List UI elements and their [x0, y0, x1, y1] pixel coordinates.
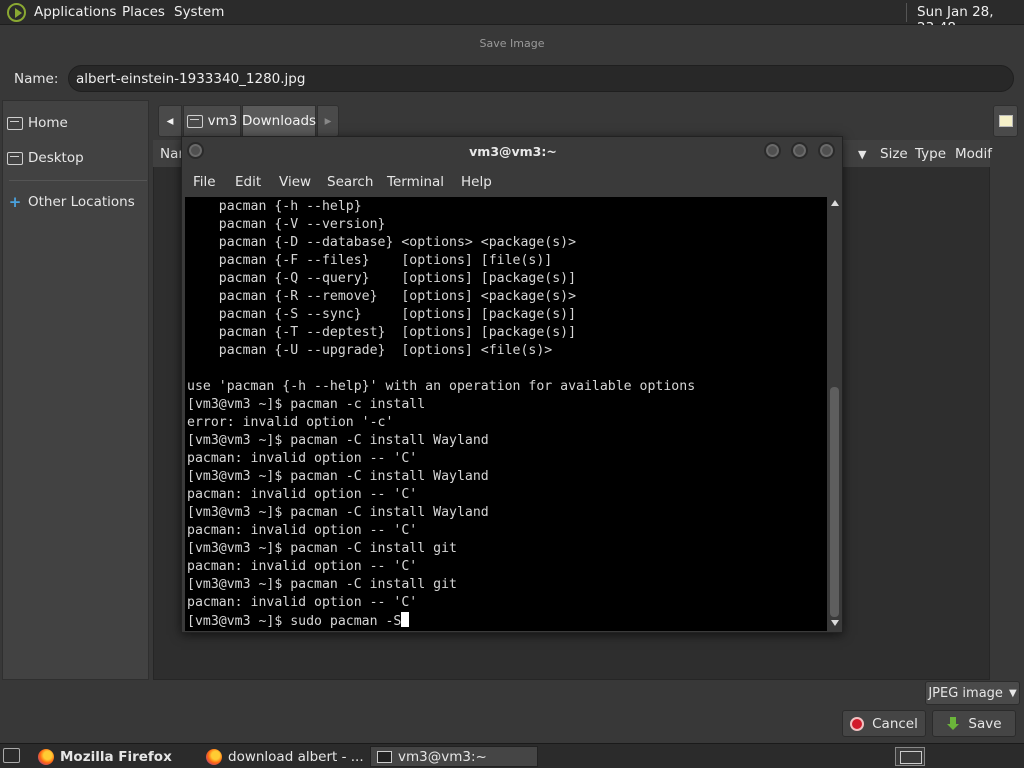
terminal-line: pacman {-U --upgrade} [options] <file(s)…: [187, 343, 553, 358]
show-desktop-icon[interactable]: [3, 748, 20, 763]
terminal-line: [vm3@vm3 ~]$ pacman -C install git: [187, 541, 457, 556]
text-cursor: [401, 612, 410, 627]
sidebar-item-label: Home: [28, 115, 68, 131]
download-icon: [946, 716, 960, 731]
terminal-line: pacman {-V --version}: [187, 217, 386, 232]
taskbar: Mozilla Firefox download albert - ... vm…: [0, 743, 1024, 768]
terminal-line: pacman: invalid option -- 'C': [187, 523, 418, 538]
scroll-up-icon[interactable]: [831, 200, 839, 206]
terminal-line: pacman {-S --sync} [options] [package(s)…: [187, 307, 577, 322]
terminal-line: [vm3@vm3 ~]$ pacman -c install: [187, 397, 426, 412]
sidebar-divider: [9, 180, 147, 181]
path-segment-vm3[interactable]: vm3: [183, 105, 241, 137]
terminal-prompt-line: [vm3@vm3 ~]$ sudo pacman -S: [187, 612, 695, 631]
sort-arrow-icon[interactable]: ▼: [858, 148, 866, 161]
terminal-line: use 'pacman {-h --help}' with an operati…: [187, 379, 696, 394]
path-segment-label: vm3: [207, 113, 238, 129]
terminal-line: pacman {-F --files} [options] [file(s)]: [187, 253, 553, 268]
task-terminal[interactable]: vm3@vm3:~: [370, 746, 538, 767]
terminal-menubar: File Edit View Search Terminal Help: [182, 170, 842, 196]
terminal-line: error: invalid option '-c': [187, 415, 394, 430]
plus-icon: +: [8, 193, 22, 211]
terminal-line: [vm3@vm3 ~]$ pacman -C install Wayland: [187, 469, 489, 484]
terminal-line: pacman {-R --remove} [options] <package(…: [187, 289, 577, 304]
firefox-icon: [206, 748, 222, 765]
terminal-menu-edit[interactable]: Edit: [235, 174, 261, 190]
create-folder-button[interactable]: [993, 105, 1018, 137]
sidebar-item-desktop[interactable]: Desktop: [7, 150, 84, 166]
path-segment-label: Downloads: [241, 113, 317, 129]
places-sidebar: Home Desktop + Other Locations: [2, 100, 149, 680]
sidebar-item-home[interactable]: Home: [7, 115, 68, 131]
terminal-window[interactable]: vm3@vm3:~ File Edit View Search Terminal…: [181, 136, 843, 633]
file-type-filter[interactable]: JPEG image ▼: [925, 681, 1020, 705]
task-download-window[interactable]: download albert - ...: [200, 746, 365, 767]
filter-label: JPEG image: [928, 685, 1003, 701]
terminal-line: [vm3@vm3 ~]$ pacman -C install git: [187, 577, 457, 592]
save-button[interactable]: Save: [932, 710, 1016, 737]
terminal-line: pacman: invalid option -- 'C': [187, 595, 418, 610]
terminal-line: pacman {-h --help}: [187, 199, 362, 214]
terminal-icon: [377, 750, 392, 763]
menu-applications[interactable]: Applications: [34, 4, 116, 20]
filename-input[interactable]: [68, 65, 1014, 92]
prompt-text: [vm3@vm3 ~]$ sudo pacman -S: [187, 614, 402, 629]
home-folder-icon: [7, 116, 23, 130]
sidebar-item-label: Other Locations: [28, 194, 135, 210]
task-label: Mozilla Firefox: [60, 748, 172, 765]
terminal-title: vm3@vm3:~: [469, 144, 557, 159]
scroll-down-icon[interactable]: [831, 620, 839, 626]
workspace-switcher[interactable]: [895, 747, 925, 766]
sidebar-item-other-locations[interactable]: + Other Locations: [7, 193, 135, 211]
maximize-icon[interactable]: [791, 142, 808, 159]
terminal-line: pacman: invalid option -- 'C': [187, 559, 418, 574]
task-label: download albert - ...: [228, 748, 364, 765]
task-firefox[interactable]: Mozilla Firefox: [32, 746, 197, 767]
terminal-menu-help[interactable]: Help: [461, 174, 492, 190]
new-folder-icon: [998, 115, 1013, 127]
task-label: vm3@vm3:~: [398, 748, 487, 765]
menu-system[interactable]: System: [174, 4, 224, 20]
path-segment-downloads[interactable]: Downloads: [242, 105, 316, 137]
terminal-line: pacman: invalid option -- 'C': [187, 451, 418, 466]
scrollbar-thumb[interactable]: [830, 387, 839, 617]
terminal-line: [vm3@vm3 ~]$ pacman -C install Wayland: [187, 433, 489, 448]
close-icon[interactable]: [818, 142, 835, 159]
terminal-line: pacman: invalid option -- 'C': [187, 487, 418, 502]
path-forward-button[interactable]: ▸: [317, 105, 339, 137]
column-type[interactable]: Type: [915, 146, 946, 162]
desktop-folder-icon: [7, 151, 23, 165]
terminal-menu-view[interactable]: View: [279, 174, 311, 190]
top-panel: Applications Places System Sun Jan 28, 2…: [0, 0, 1024, 36]
menu-places[interactable]: Places: [122, 4, 165, 20]
dialog-title: Save Image: [479, 37, 545, 50]
terminal-line: [vm3@vm3 ~]$ pacman -C install Wayland: [187, 505, 489, 520]
minimize-icon[interactable]: [764, 142, 781, 159]
column-modified[interactable]: Modif: [955, 146, 992, 162]
terminal-line: pacman {-Q --query} [options] [package(s…: [187, 271, 577, 286]
firefox-icon: [38, 748, 54, 765]
path-back-button[interactable]: ◂: [158, 105, 182, 137]
terminal-menu-file[interactable]: File: [193, 174, 216, 190]
terminal-menu-search[interactable]: Search: [327, 174, 373, 190]
home-folder-icon: [186, 114, 203, 128]
distro-logo-icon[interactable]: [7, 3, 26, 22]
terminal-text: pacman {-h --help} pacman {-V --version}…: [187, 198, 695, 631]
terminal-menu-terminal[interactable]: Terminal: [387, 174, 444, 190]
panel-separator: [906, 3, 907, 22]
save-label: Save: [968, 715, 1002, 732]
terminal-output[interactable]: pacman {-h --help} pacman {-V --version}…: [185, 197, 827, 631]
terminal-line: pacman {-T --deptest} [options] [package…: [187, 325, 577, 340]
column-size[interactable]: Size: [880, 146, 908, 162]
stop-icon: [850, 716, 865, 731]
chevron-down-icon: ▼: [1008, 687, 1017, 699]
name-label: Name:: [14, 71, 59, 87]
cancel-button[interactable]: Cancel: [842, 710, 926, 737]
terminal-line: pacman {-D --database} <options> <packag…: [187, 235, 577, 250]
sidebar-item-label: Desktop: [28, 150, 84, 166]
cancel-label: Cancel: [872, 715, 918, 732]
